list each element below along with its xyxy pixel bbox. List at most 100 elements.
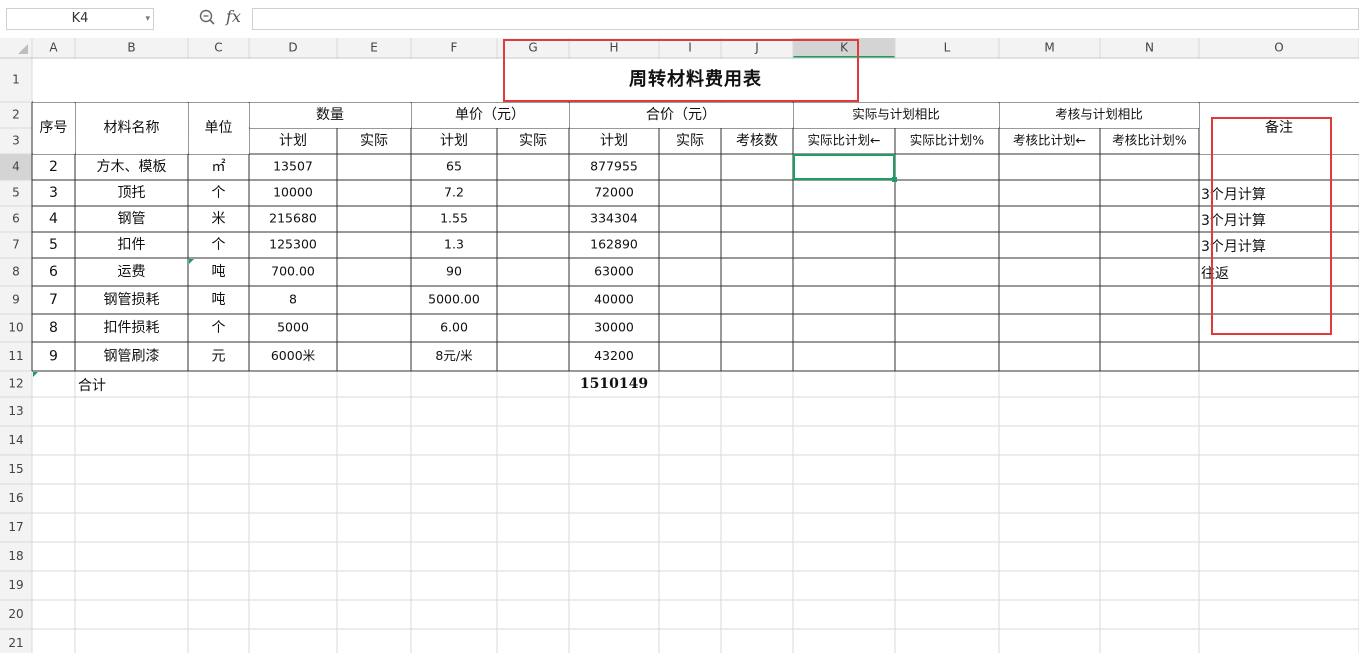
cell-unit: 元: [212, 349, 226, 365]
header-unit-price: 单价（元）: [455, 107, 525, 123]
row-header-21[interactable]: 21: [8, 636, 23, 650]
cell-total-plan: 43200: [594, 348, 634, 363]
column-header-F[interactable]: F: [451, 41, 458, 55]
cell-total-plan: 334304: [590, 211, 638, 226]
cell-qty-plan: 215680: [269, 211, 317, 226]
cell-price-plan: 90: [446, 264, 462, 279]
cell-marker-triangle: [33, 372, 38, 377]
header-ratio-actual-plan-2: 实际比计划%: [910, 133, 985, 148]
column-header-E[interactable]: E: [370, 41, 378, 55]
cell-price-plan: 65: [446, 159, 462, 174]
cell-grand-total: 1510149: [580, 376, 648, 392]
column-header-B[interactable]: B: [127, 41, 135, 55]
cell-qty-plan: 125300: [269, 237, 317, 252]
row-header-13[interactable]: 13: [8, 404, 23, 418]
cell-unit: 吨: [212, 264, 226, 280]
header-ratio-assess-plan-2: 考核比计划%: [1112, 133, 1187, 148]
cell-total-plan: 162890: [590, 237, 638, 252]
row-header-3[interactable]: 3: [12, 134, 20, 148]
row-header-5[interactable]: 5: [12, 186, 20, 200]
cell-seq: 5: [49, 237, 58, 253]
column-header-D[interactable]: D: [288, 41, 297, 55]
row-header-10[interactable]: 10: [8, 321, 23, 335]
header-unit: 单位: [205, 120, 233, 136]
cell-price-plan: 1.3: [444, 237, 464, 252]
header-qty-actual: 实际: [360, 133, 388, 149]
row-header-1[interactable]: 1: [12, 73, 20, 87]
cell-unit: 个: [212, 185, 226, 201]
cell-unit: 个: [212, 237, 226, 253]
cell-seq: 2: [49, 159, 58, 175]
cell-price-plan: 8元/米: [435, 348, 473, 363]
column-header-K[interactable]: K: [840, 41, 849, 55]
row-header-8[interactable]: 8: [12, 265, 20, 279]
column-header-C[interactable]: C: [214, 41, 222, 55]
cell-price-plan: 7.2: [444, 185, 464, 200]
column-header-M[interactable]: M: [1044, 41, 1054, 55]
row-header-12[interactable]: 12: [8, 377, 23, 391]
column-header-G[interactable]: G: [528, 41, 537, 55]
row-header-18[interactable]: 18: [8, 549, 23, 563]
row-header-14[interactable]: 14: [8, 433, 23, 447]
cell-qty-plan: 10000: [273, 185, 313, 200]
row-header-6[interactable]: 6: [12, 212, 20, 226]
cell-seq: 4: [49, 211, 58, 227]
cell-qty-plan: 700.00: [271, 264, 315, 279]
row-header-19[interactable]: 19: [8, 578, 23, 592]
row-header-20[interactable]: 20: [8, 607, 23, 621]
cell-material-name: 顶托: [118, 185, 146, 201]
cell-total-label: 合计: [78, 378, 106, 394]
row-header-15[interactable]: 15: [8, 462, 23, 476]
table-title: 周转材料费用表: [629, 68, 762, 90]
cell-price-plan: 1.55: [440, 211, 468, 226]
header-price-actual: 实际: [519, 133, 547, 149]
cell-remark: 3个月计算: [1201, 213, 1266, 229]
header-ratio-assess-plan-1: 考核比计划←: [1013, 133, 1086, 148]
cell-qty-plan: 5000: [277, 320, 309, 335]
cell-total-plan: 40000: [594, 292, 634, 307]
header-quantity: 数量: [316, 107, 344, 123]
header-remark: 备注: [1265, 119, 1293, 136]
column-header-O[interactable]: O: [1274, 41, 1283, 55]
column-header-N[interactable]: N: [1145, 41, 1154, 55]
row-header-4[interactable]: 4: [12, 160, 20, 174]
header-total-plan: 计划: [600, 133, 628, 149]
column-header-L[interactable]: L: [944, 41, 951, 55]
row-header-2[interactable]: 2: [12, 108, 20, 122]
row-header-9[interactable]: 9: [12, 293, 20, 307]
header-assess: 考核数: [736, 133, 778, 149]
header-total-price: 合价（元）: [646, 107, 716, 123]
cell-seq: 6: [49, 264, 58, 280]
column-header-A[interactable]: A: [49, 41, 58, 55]
column-header-J[interactable]: J: [754, 41, 759, 55]
row-header-17[interactable]: 17: [8, 520, 23, 534]
cell-remark: 往返: [1201, 266, 1229, 282]
header-assess-vs-plan: 考核与计划相比: [1055, 107, 1143, 122]
cell-material-name: 运费: [118, 264, 146, 280]
spreadsheet-grid[interactable]: A B C D E F G H I J K L M N O1234567891011121314151617…: [0, 0, 1359, 653]
fill-handle[interactable]: [892, 177, 897, 182]
cell-total-plan: 63000: [594, 264, 634, 279]
row-header-16[interactable]: 16: [8, 491, 23, 505]
column-header-I[interactable]: I: [688, 41, 692, 55]
header-qty-plan: 计划: [279, 133, 307, 149]
cell-qty-plan: 13507: [273, 159, 313, 174]
cell-material-name: 钢管损耗: [104, 292, 160, 308]
selected-cell-k4[interactable]: [793, 154, 895, 180]
cell-unit: 个: [212, 320, 226, 336]
header-price-plan: 计划: [440, 133, 468, 149]
row-header-7[interactable]: 7: [12, 238, 20, 252]
cell-total-plan: 72000: [594, 185, 634, 200]
column-header-H[interactable]: H: [609, 41, 618, 55]
cell-seq: 8: [49, 320, 58, 336]
cell-material-name: 扣件损耗: [104, 320, 160, 336]
header-material-name: 材料名称: [104, 120, 160, 136]
header-actual-vs-plan: 实际与计划相比: [852, 107, 940, 122]
cell-seq: 3: [49, 185, 58, 201]
cell-marker-triangle: [189, 259, 194, 264]
cell-material-name: 方木、模板: [97, 159, 167, 175]
row-header-11[interactable]: 11: [8, 349, 23, 363]
cell-qty-plan: 8: [289, 292, 297, 307]
header-ratio-actual-plan-1: 实际比计划←: [808, 133, 881, 148]
cell-total-plan: 877955: [590, 159, 638, 174]
